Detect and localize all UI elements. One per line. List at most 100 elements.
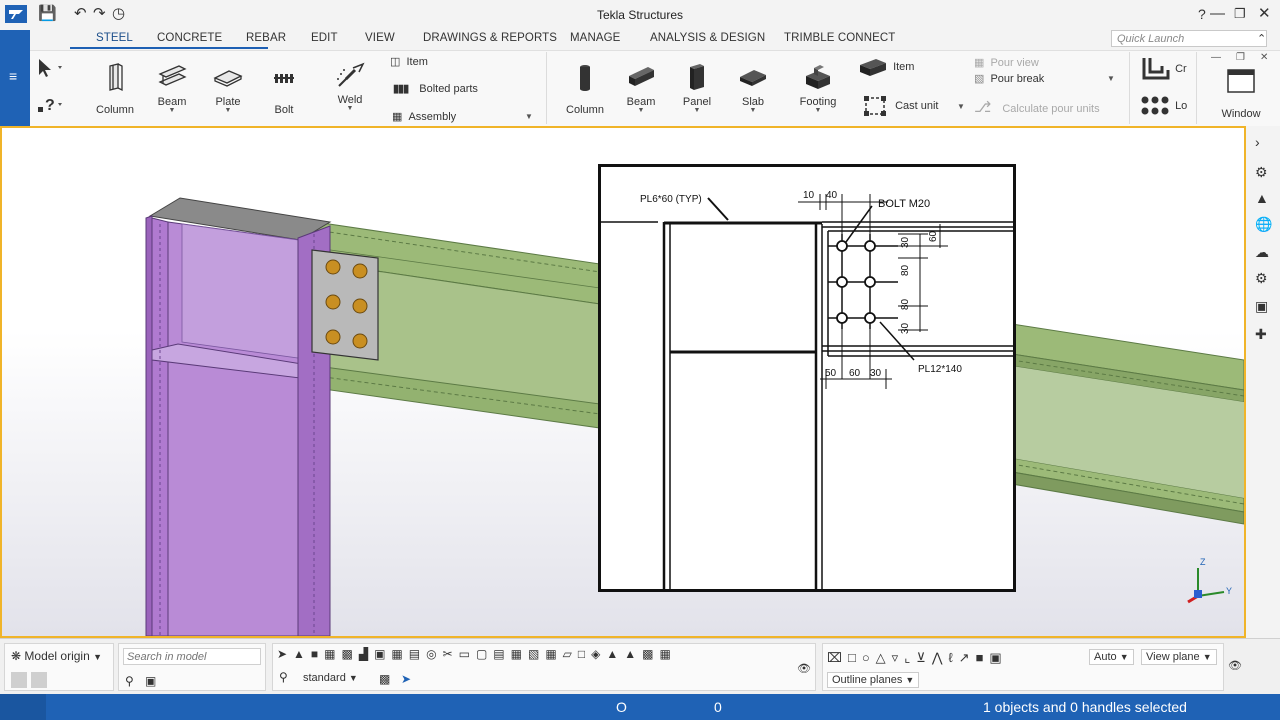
calculate-pour-units-label: Calculate pour units <box>1002 103 1100 115</box>
select-pointer-icon[interactable] <box>36 57 66 79</box>
inquire-icon[interactable]: ? <box>36 94 66 116</box>
search-input[interactable] <box>123 648 261 665</box>
close-icon[interactable]: ✕ <box>1258 6 1271 22</box>
footing-button[interactable]: Footing ▼ <box>796 62 840 114</box>
search-icon[interactable]: ⚲ <box>125 674 134 688</box>
selection-switches[interactable]: ➤▲■▦▩▟▣▦▤◎✂▭▢▤▦▧▦▱□◈▲▲▩▦ <box>277 647 797 667</box>
concrete-beam-icon <box>629 67 654 86</box>
rebar-create-button[interactable]: Cr <box>1140 56 1187 82</box>
quick-launch-input[interactable]: Quick Launch <box>1111 30 1267 47</box>
footing-dropdown-icon[interactable]: ▼ <box>796 107 840 114</box>
selection-snap-group: ➤▲■▦▩▟▣▦▤◎✂▭▢▤▦▧▦▱□◈▲▲▩▦ ⚲ standard ▼ ▩ … <box>272 643 816 691</box>
delete-origin-icon[interactable] <box>31 672 47 688</box>
view-plane-dropdown[interactable]: View plane ▼ <box>1141 649 1217 665</box>
pour-break-button[interactable]: ▧ Pour break <box>974 72 1044 85</box>
svg-text:?: ? <box>45 97 55 114</box>
ribbon-separator <box>1196 52 1197 124</box>
gear-icon[interactable]: ⚙ <box>1255 270 1268 287</box>
auto-dropdown[interactable]: Auto ▼ <box>1089 649 1134 665</box>
tab-trimble-connect[interactable]: TRIMBLE CONNECT <box>784 32 895 44</box>
child-minimize-icon[interactable]: — <box>1211 52 1221 63</box>
tab-steel[interactable]: STEEL <box>96 32 133 44</box>
concrete-item-button[interactable]: Item <box>858 56 914 78</box>
concrete-column-button[interactable]: Column <box>563 62 607 116</box>
dim-80-lower: 80 <box>900 298 911 310</box>
eye-icon[interactable]: 👁 <box>797 662 811 675</box>
bolt-button[interactable]: Bolt <box>262 62 306 116</box>
model-origin-dropdown[interactable]: ❋ Model origin ▼ <box>11 649 102 663</box>
settings-help-icon[interactable]: ⚙ <box>1255 164 1268 181</box>
minimize-icon[interactable]: — <box>1210 6 1225 22</box>
pour-view-button[interactable]: ▦ Pour view <box>974 56 1039 69</box>
restore-icon[interactable]: ❐ <box>1234 6 1246 22</box>
concrete-item-label: Item <box>893 60 915 73</box>
model-viewport[interactable]: Z Y PL6*60 (TYP) 10 40 BOLT M20 30 60 80… <box>0 126 1246 638</box>
outline-planes-label: Outline planes <box>832 674 903 686</box>
bolt-label: Bolt <box>274 104 294 116</box>
filter-icon[interactable]: ⚲ <box>279 670 288 684</box>
steel-column-button[interactable]: Column <box>93 62 137 116</box>
window-button[interactable]: Window <box>1214 68 1268 120</box>
zoom-selected-icon[interactable]: ▣ <box>145 674 156 688</box>
tab-concrete[interactable]: CONCRETE <box>157 32 222 44</box>
beam-icon <box>158 65 187 86</box>
snap-switches[interactable]: ⌧□○△▿⌞⊻⋀ℓ↗■▣ <box>827 650 1008 670</box>
add-origin-icon[interactable] <box>11 672 27 688</box>
status-progress <box>0 694 46 720</box>
panel-dropdown-icon[interactable]: ▼ <box>675 107 719 114</box>
tab-drawings-reports[interactable]: DRAWINGS & REPORTS <box>423 32 557 44</box>
tab-rebar[interactable]: REBAR <box>246 32 286 44</box>
bolted-parts-button[interactable]: ▮▮▮ Bolted parts <box>393 82 478 95</box>
standard-dropdown[interactable]: standard ▼ <box>303 672 358 684</box>
weld-button[interactable]: Weld ▼ <box>328 60 372 112</box>
concrete-beam-dropdown-icon[interactable]: ▼ <box>619 107 663 114</box>
panel-button[interactable]: Panel ▼ <box>675 62 719 114</box>
right-side-toolbar: › ⚙ ▲ 🌐 ☁ ⚙ ▣ ✚ <box>1246 126 1280 638</box>
tab-edit[interactable]: EDIT <box>311 32 338 44</box>
steel-plate-dropdown-icon[interactable]: ▼ <box>206 107 250 114</box>
model-origin-dropdown-icon: ▼ <box>93 652 103 662</box>
globe-icon[interactable]: 🌐 <box>1255 216 1272 233</box>
concrete-group-dropdown-icon[interactable]: ▼ <box>957 102 965 111</box>
expand-panel-icon[interactable]: › <box>1255 134 1260 150</box>
tab-view[interactable]: VIEW <box>365 32 395 44</box>
menu-icon[interactable]: ≡ <box>9 68 17 84</box>
steel-item-button[interactable]: ◫ Item <box>390 55 428 68</box>
snap-eye-icon[interactable]: 👁 <box>1228 659 1242 672</box>
concrete-beam-button[interactable]: Beam ▼ <box>619 62 663 114</box>
slab-dropdown-icon[interactable]: ▼ <box>731 107 775 114</box>
column-flange-left <box>145 215 153 636</box>
bolt-icon <box>274 74 294 83</box>
checker-icon[interactable]: ▩ <box>379 672 390 686</box>
calculate-pour-units-button[interactable]: ⎇ Calculate pour units <box>974 98 1100 116</box>
view-plane-dropdown-icon: ▼ <box>1202 652 1212 662</box>
dim-30-bottom: 30 <box>900 322 911 334</box>
axis-z-label: Z <box>1200 557 1206 567</box>
cast-unit-button[interactable]: Cast unit <box>863 95 938 117</box>
help-icon[interactable]: ? <box>1198 6 1206 22</box>
outline-planes-dropdown[interactable]: Outline planes ▼ <box>827 672 920 688</box>
tab-analysis-design[interactable]: ANALYSIS & DESIGN <box>650 32 765 44</box>
steel-beam-button[interactable]: Beam ▼ <box>150 62 194 114</box>
steel-group-dropdown-icon[interactable]: ▼ <box>525 112 533 121</box>
child-restore-icon[interactable]: ❐ <box>1236 52 1245 63</box>
cloud-icon[interactable]: ☁ <box>1255 244 1269 261</box>
graduation-cap-icon[interactable]: ▲ <box>1255 190 1269 206</box>
tab-manage[interactable]: MANAGE <box>570 32 620 44</box>
steel-plate-button[interactable]: Plate ▼ <box>206 62 250 114</box>
select-assembly-icon[interactable]: ➤ <box>401 672 411 686</box>
grid-add-icon[interactable]: ✚ <box>1255 326 1267 343</box>
dim-40: 40 <box>826 190 838 201</box>
assembly-button[interactable]: ▦ Assembly <box>392 110 456 123</box>
dim-50: 50 <box>825 368 837 379</box>
steel-beam-dropdown-icon[interactable]: ▼ <box>150 107 194 114</box>
rebar-layout-button[interactable]: Lo <box>1140 94 1187 118</box>
weld-dropdown-icon[interactable]: ▼ <box>328 105 372 112</box>
cube-icon[interactable]: ▣ <box>1255 298 1268 315</box>
pour-dropdown-icon[interactable]: ▼ <box>1107 74 1115 83</box>
slab-button[interactable]: Slab ▼ <box>731 62 775 114</box>
ribbon-collapse-icon[interactable]: ⌃ <box>1257 32 1266 45</box>
child-close-icon[interactable]: ✕ <box>1260 52 1268 63</box>
bolt-size-label: BOLT M20 <box>878 198 930 210</box>
bolted-parts-icon: ▮▮▮ <box>393 83 409 95</box>
